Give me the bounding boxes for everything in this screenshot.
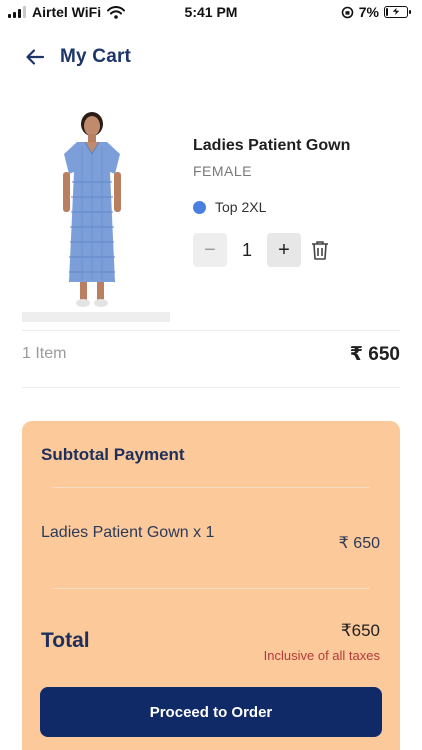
total-label: Total: [41, 629, 90, 652]
page-title: My Cart: [60, 46, 132, 67]
charging-bolt-icon: [391, 7, 401, 16]
quantity-value: 1: [241, 239, 252, 260]
summary-divider: [52, 588, 370, 589]
status-bar: Airtel WiFi 5:41 PM 7%: [0, 0, 422, 24]
proceed-to-order-button[interactable]: Proceed to Order: [40, 687, 382, 737]
arrow-left-icon[interactable]: [24, 46, 46, 68]
decrease-quantity-button[interactable]: −: [193, 233, 227, 267]
product-gown-illustration: [63, 112, 121, 307]
tax-note: Inclusive of all taxes: [263, 648, 380, 663]
header: My Cart: [24, 46, 131, 68]
divider: [22, 387, 400, 388]
summary-title: Subtotal Payment: [41, 445, 185, 464]
product-name[interactable]: Ladies Patient Gown: [193, 137, 350, 155]
summary-divider: [52, 487, 370, 488]
payment-summary-card: Subtotal Payment Ladies Patient Gown x 1…: [22, 421, 400, 750]
variant-color-dot: [193, 200, 206, 214]
divider: [22, 330, 400, 331]
line-item-price: ₹ 650: [338, 535, 380, 552]
battery-fill: [386, 8, 388, 16]
line-item-name: Ladies Patient Gown x 1: [41, 524, 215, 541]
trash-icon[interactable]: [309, 239, 331, 261]
product-variant: Top 2XL: [193, 199, 266, 215]
variant-label: Top 2XL: [215, 199, 267, 215]
increase-quantity-button[interactable]: +: [267, 233, 301, 267]
product-image-floor: [22, 312, 170, 322]
items-count: 1 Item: [22, 345, 67, 362]
quantity-stepper: − 1 +: [193, 233, 331, 267]
status-right: 7%: [341, 4, 411, 20]
total-amount: ₹650: [340, 621, 380, 640]
battery-icon: [384, 6, 411, 18]
orientation-lock-icon: [341, 6, 354, 18]
product-image[interactable]: [22, 102, 170, 322]
battery-percent: 7%: [358, 4, 379, 20]
product-gender: FEMALE: [193, 163, 253, 179]
items-total: ₹ 650: [349, 344, 400, 365]
